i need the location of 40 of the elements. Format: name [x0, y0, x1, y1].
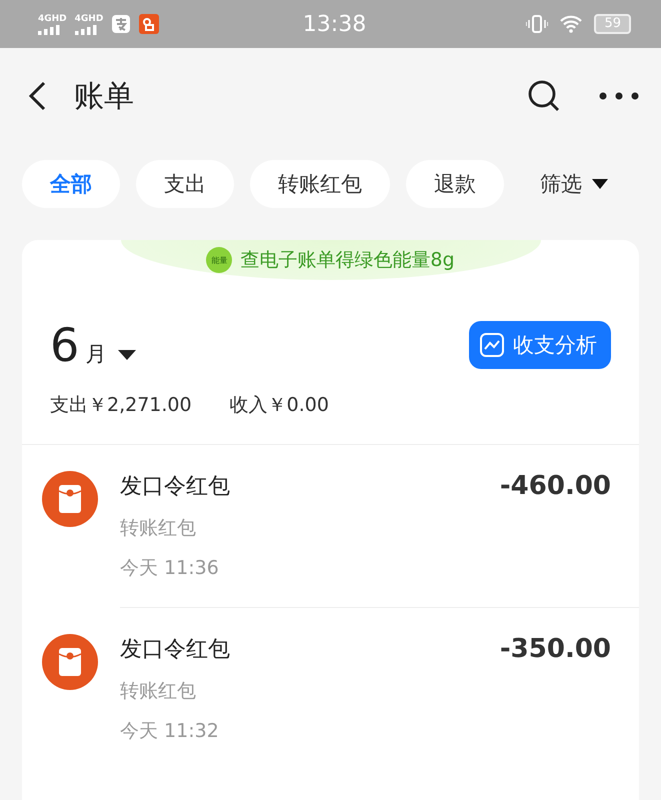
transaction-title: 发口令红包: [120, 636, 230, 664]
chart-icon: [479, 332, 505, 358]
page-title: 账单: [74, 78, 134, 116]
transaction-row[interactable]: 发口令红包 -460.00 转账红包 今天 11:36: [22, 445, 639, 608]
caret-icon: [118, 349, 136, 361]
wifi-icon: [560, 15, 582, 33]
promo-banner[interactable]: 能量 查电子账单得绿色能量8g: [120, 240, 540, 280]
more-icon[interactable]: [599, 92, 639, 100]
transaction-category: 转账红包: [120, 516, 197, 541]
transaction-time: 今天 11:32: [120, 719, 220, 744]
back-icon: [28, 81, 46, 111]
month-selector[interactable]: 6 月: [50, 320, 136, 370]
search-icon[interactable]: [527, 79, 561, 113]
network-label: 4GHD: [74, 14, 104, 24]
transaction-row[interactable]: 发口令红包 -350.00 转账红包 今天 11:32: [22, 608, 639, 770]
promo-text: 查电子账单得绿色能量8g: [240, 248, 455, 273]
signal-icon: [74, 24, 97, 34]
expense-total: 支出￥2,271.00: [50, 393, 192, 418]
filter-tab[interactable]: 退款: [406, 160, 504, 208]
filter-button[interactable]: 筛选: [534, 169, 614, 199]
transaction-amount: -350.00: [500, 634, 611, 664]
filter-tab[interactable]: 转账红包: [250, 160, 390, 208]
signal-icon: [38, 24, 60, 34]
filter-tab[interactable]: 支出: [136, 160, 234, 208]
analysis-button[interactable]: 收支分析: [469, 321, 611, 369]
transaction-amount: -460.00: [500, 471, 611, 501]
vibrate-icon: [526, 15, 548, 33]
app-icon: [111, 14, 132, 34]
app-icon: [139, 14, 160, 34]
transaction-time: 今天 11:36: [120, 556, 220, 581]
clock: 13:38: [302, 12, 366, 36]
transaction-title: 发口令红包: [120, 473, 230, 501]
network-label: 4GHD: [38, 14, 67, 24]
envelope-icon: [42, 471, 98, 527]
envelope-icon: [42, 634, 98, 690]
filter-tab[interactable]: 全部: [22, 160, 120, 208]
energy-badge: 能量: [206, 247, 232, 273]
caret-icon: [592, 178, 608, 190]
transaction-category: 转账红包: [120, 679, 197, 704]
income-total: 收入￥0.00: [230, 393, 329, 418]
